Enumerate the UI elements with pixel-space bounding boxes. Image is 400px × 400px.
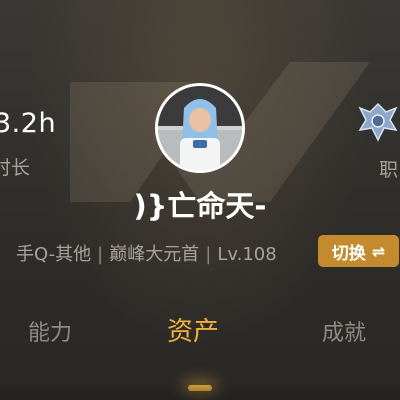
switch-label: 切换 (331, 243, 366, 264)
platform-text: 手Q-其他 (16, 244, 92, 265)
separator: | (205, 244, 212, 265)
position-label: 职 (379, 159, 399, 181)
username: )}亡命天- (133, 189, 267, 223)
separator: | (97, 244, 104, 265)
play-time-stat: 3.2h 时长 (0, 108, 56, 180)
rank-text: 巅峰大元首 (109, 244, 200, 265)
swap-icon: ⇌ (371, 241, 386, 261)
bottom-shadow (0, 380, 400, 400)
switch-account-button[interactable]: 切换 ⇌ (318, 235, 399, 267)
play-time-value: 3.2h (0, 108, 57, 139)
level-text: Lv.108 (217, 244, 277, 265)
tab-assets[interactable]: 资产 (167, 311, 219, 348)
tab-ability[interactable]: 能力 (28, 315, 72, 347)
tab-bar: 能力 资产 成就 (0, 305, 400, 365)
play-time-label: 时长 (0, 157, 31, 179)
avatar[interactable] (155, 83, 245, 173)
tab-achievements[interactable]: 成就 (322, 315, 366, 347)
rank-badge-icon (358, 102, 398, 142)
avatar-image (158, 86, 242, 170)
profile-meta: 手Q-其他 | 巅峰大元首 | Lv.108 (16, 240, 277, 266)
